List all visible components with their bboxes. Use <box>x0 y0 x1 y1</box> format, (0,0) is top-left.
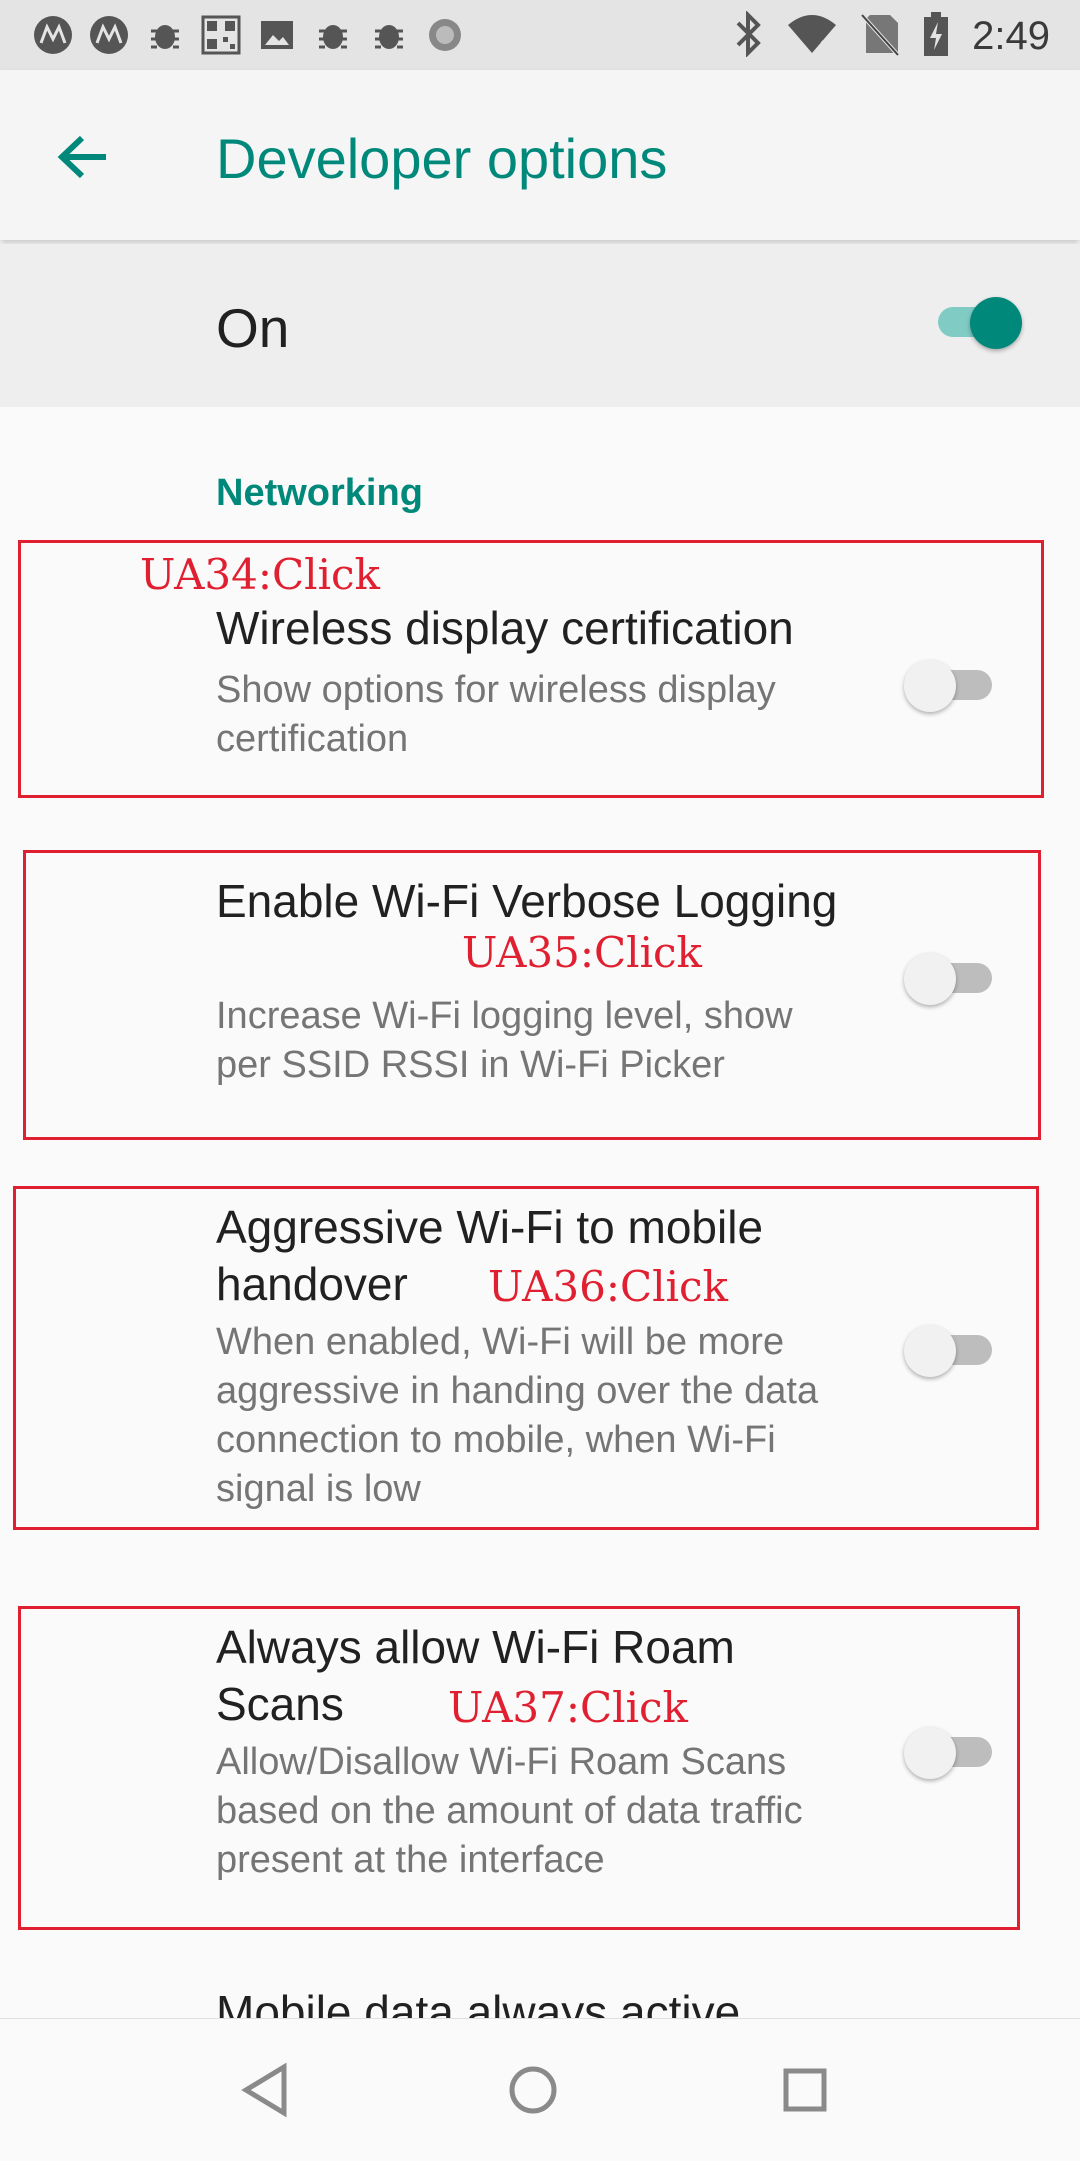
wifi-verbose-logging-toggle[interactable] <box>904 945 994 1005</box>
notification-icons <box>30 12 468 58</box>
master-switch-label: On <box>216 297 290 359</box>
nav-back-icon[interactable] <box>232 2055 302 2125</box>
bluetooth-icon <box>734 10 764 62</box>
qr-icon <box>198 12 244 58</box>
pref-wifi-roam-scans[interactable]: Always allow Wi-Fi Roam Scans Allow/Disa… <box>0 1607 1080 1929</box>
annotation-label: UA37:Click <box>448 1683 689 1732</box>
pref-title: Wireless display certification <box>216 602 794 654</box>
nav-recents-icon[interactable] <box>770 2055 840 2125</box>
wireless-display-certification-toggle[interactable] <box>904 652 994 712</box>
navigation-bar <box>0 2018 1080 2161</box>
master-switch-bar[interactable]: On <box>0 244 1080 407</box>
image-icon <box>254 12 300 58</box>
pref-summary: Allow/Disallow Wi-Fi Roam Scans based on… <box>216 1741 803 1881</box>
battery-icon <box>922 10 950 63</box>
pref-wifi-verbose-logging[interactable]: Enable Wi-Fi Verbose Logging Increase Wi… <box>0 850 1080 1140</box>
switch-thumb <box>904 1325 956 1377</box>
master-switch-toggle[interactable] <box>930 289 1022 349</box>
pref-aggressive-wifi-handover[interactable]: Aggressive Wi-Fi to mobile handover When… <box>0 1187 1080 1529</box>
sync-icon <box>422 12 468 58</box>
annotation-label: UA36:Click <box>488 1262 729 1311</box>
system-icons: 2:49 <box>734 10 1050 63</box>
back-arrow-icon[interactable] <box>50 122 120 192</box>
bug-icon <box>142 12 188 58</box>
annotation-label: UA34:Click <box>140 550 381 599</box>
clock: 2:49 <box>972 14 1050 58</box>
pref-summary: Increase Wi-Fi logging level, show per S… <box>216 995 793 1086</box>
motorola-icon <box>86 12 132 58</box>
switch-thumb <box>904 953 956 1005</box>
pref-summary: When enabled, Wi-Fi will be more aggress… <box>216 1321 819 1510</box>
pref-title: Enable Wi-Fi Verbose Logging <box>216 875 838 927</box>
switch-thumb <box>904 660 956 712</box>
pref-summary: Show options for wireless display certif… <box>216 669 776 760</box>
aggressive-wifi-handover-toggle[interactable] <box>904 1317 994 1377</box>
annotation-label: UA35:Click <box>462 928 703 977</box>
app-bar: Developer options <box>0 70 1080 240</box>
wifi-icon <box>786 11 838 62</box>
nav-home-icon[interactable] <box>498 2055 568 2125</box>
bug-icon <box>310 12 356 58</box>
status-bar: 2:49 <box>0 0 1080 70</box>
no-sim-icon <box>860 11 900 62</box>
switch-thumb <box>970 297 1022 349</box>
wifi-roam-scans-toggle[interactable] <box>904 1719 994 1779</box>
page-title: Developer options <box>216 127 668 190</box>
section-header-networking: Networking <box>216 472 423 514</box>
bug-icon <box>366 12 412 58</box>
motorola-icon <box>30 12 76 58</box>
switch-thumb <box>904 1727 956 1779</box>
